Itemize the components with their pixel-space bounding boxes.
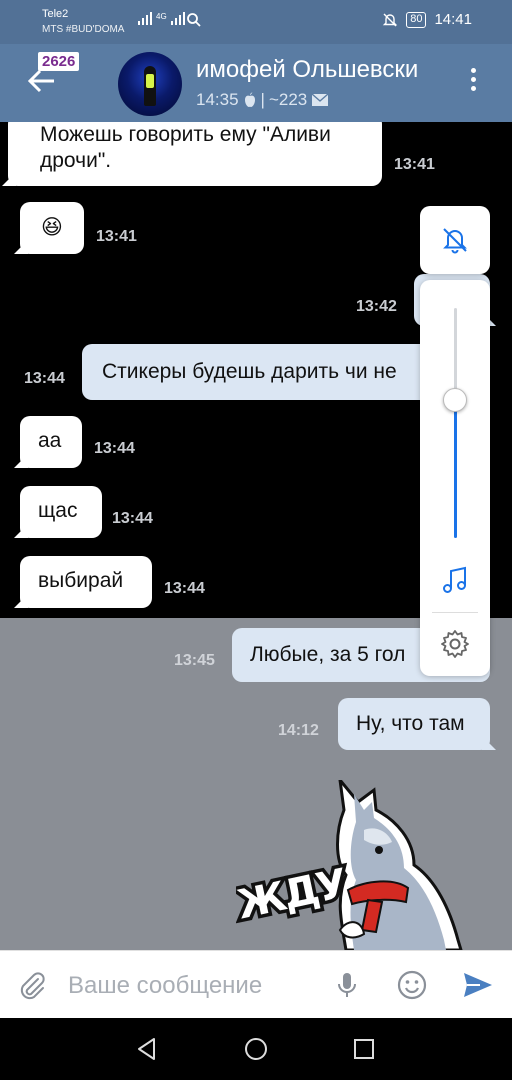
bell-off-icon <box>383 13 398 26</box>
message-incoming[interactable]: выбирай <box>20 556 152 608</box>
smile-emoji: 😆 <box>41 216 63 239</box>
message-text: Стикеры будешь дарить чи не <box>102 360 397 383</box>
system-nav-bar <box>0 1018 512 1080</box>
mail-icon <box>311 93 329 106</box>
bell-off-icon <box>443 228 467 254</box>
send-icon[interactable] <box>462 969 494 1001</box>
message-time: 14:12 <box>278 722 319 739</box>
carrier-primary: Tele2 <box>42 8 69 20</box>
message-text: щас <box>38 499 78 522</box>
message-time: 13:42 <box>356 298 397 315</box>
more-vertical-icon[interactable] <box>466 68 480 98</box>
message-time: 13:44 <box>24 370 65 387</box>
smile-icon[interactable] <box>396 969 428 1001</box>
message-text: Любые, за 5 гол <box>250 643 406 666</box>
message-text: аа <box>38 429 62 452</box>
carrier-secondary: MTS #BUD'DOMA <box>42 24 125 35</box>
volume-panel <box>420 280 490 676</box>
message-input[interactable]: Ваше сообщение <box>68 972 262 1000</box>
chat-header: 2626 имофей Ольшевски 14:35 | ~223 <box>0 44 512 122</box>
nav-home-icon[interactable] <box>243 1036 269 1062</box>
message-time: 13:44 <box>112 510 153 527</box>
divider <box>432 612 478 613</box>
sticker-caption: ЖДУ <box>236 861 351 929</box>
message-composer: Ваше сообщение <box>0 950 512 1018</box>
message-time: 13:44 <box>94 440 135 457</box>
message-incoming[interactable]: Можешь говорить ему "Аливи дрочи". <box>8 122 382 186</box>
volume-slider-handle[interactable] <box>443 388 467 412</box>
separator: | <box>260 90 265 109</box>
wolf-sticker[interactable]: ЖДУ <box>236 780 466 950</box>
message-outgoing[interactable]: Ну, что там <box>338 698 490 750</box>
message-time: 13:41 <box>394 156 435 173</box>
paperclip-icon[interactable] <box>16 969 48 1001</box>
mute-toggle[interactable] <box>420 206 490 274</box>
status-bar: Tele2 MTS #BUD'DOMA 4G 80 14:41 <box>0 0 512 44</box>
clock: 14:41 <box>434 11 472 28</box>
message-text: Ну, что там <box>356 712 465 735</box>
message-incoming[interactable]: аа <box>20 416 82 468</box>
chat-title[interactable]: имофей Ольшевски <box>196 56 432 84</box>
message-incoming[interactable]: 😆 <box>20 202 84 254</box>
last-seen-time: 14:35 <box>196 90 239 109</box>
message-text: выбирай <box>38 569 124 592</box>
message-incoming[interactable]: щас <box>20 486 102 538</box>
nav-recents-icon[interactable] <box>351 1036 377 1062</box>
unread-badge: 2626 <box>38 52 80 71</box>
message-time: 13:41 <box>96 228 137 245</box>
gear-icon[interactable] <box>440 629 470 659</box>
search-icon <box>187 13 201 27</box>
microphone-icon[interactable] <box>331 969 363 1001</box>
message-time: 13:44 <box>164 580 205 597</box>
avatar[interactable] <box>118 52 182 116</box>
message-time: 13:45 <box>174 652 215 669</box>
view-count: ~223 <box>268 90 308 109</box>
message-list[interactable]: Можешь говорить ему "Аливи дрочи". 13:41… <box>0 122 512 950</box>
nav-back-icon[interactable] <box>134 1036 160 1062</box>
volume-fill <box>454 400 457 538</box>
apple-icon <box>244 92 255 107</box>
message-text: Можешь говорить ему "Аливи дрочи". <box>40 123 331 172</box>
network-type: 4G <box>156 12 167 21</box>
music-note-icon[interactable] <box>441 566 469 596</box>
battery-indicator: 80 <box>406 11 427 28</box>
signal-icon: 4G <box>138 12 185 25</box>
chat-subtitle: 14:35 | ~223 <box>196 90 329 110</box>
